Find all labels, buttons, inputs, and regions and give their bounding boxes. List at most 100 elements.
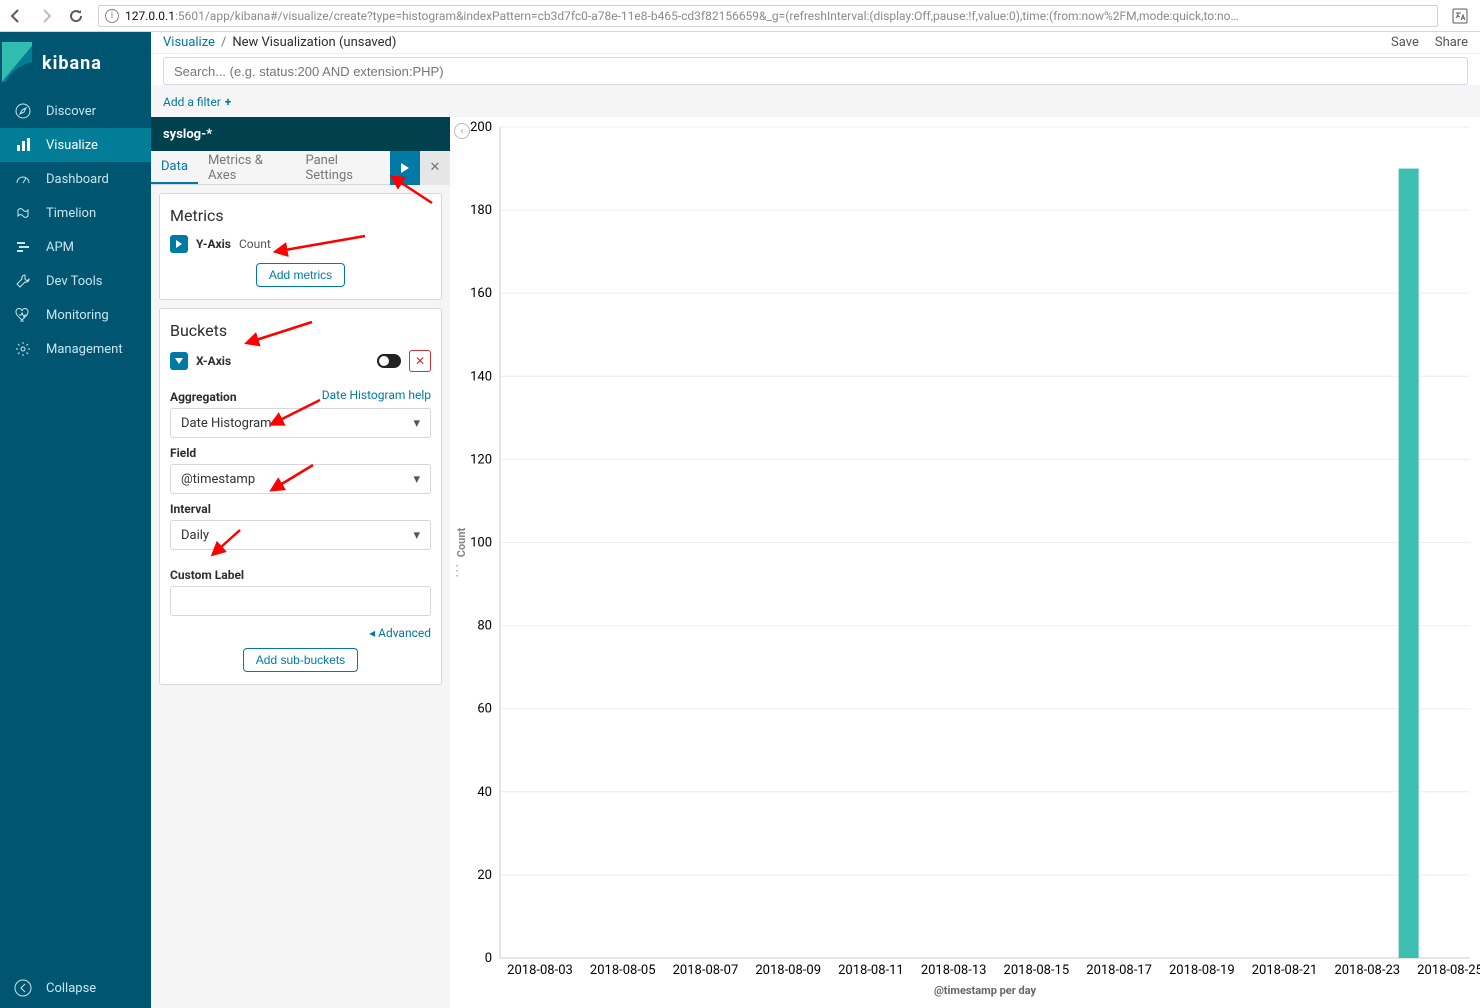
svg-text:120: 120 bbox=[470, 452, 492, 467]
share-button[interactable]: Share bbox=[1435, 35, 1468, 50]
sidebar-item-label: Visualize bbox=[46, 138, 98, 153]
bucket-xaxis: X-Axis ✕ bbox=[170, 350, 431, 372]
svg-text:2018-08-25: 2018-08-25 bbox=[1417, 963, 1480, 978]
index-pattern[interactable]: syslog-* bbox=[151, 117, 450, 151]
add-metrics-button[interactable]: Add metrics bbox=[256, 263, 345, 287]
sidebar-item-apm[interactable]: APM bbox=[0, 230, 151, 264]
add-filter-button[interactable]: Add a filter+ bbox=[163, 95, 231, 109]
svg-text:200: 200 bbox=[470, 120, 492, 135]
url-bar[interactable]: i 127.0.0.1 :5601/app/kibana#/visualize/… bbox=[98, 5, 1438, 27]
sidebar-item-dashboard[interactable]: Dashboard bbox=[0, 162, 151, 196]
remove-bucket-button[interactable]: ✕ bbox=[409, 350, 431, 372]
forward-icon[interactable] bbox=[38, 8, 54, 24]
svg-text:80: 80 bbox=[477, 619, 492, 634]
gear-icon bbox=[14, 340, 32, 358]
sidebar-item-devtools[interactable]: Dev Tools bbox=[0, 264, 151, 298]
svg-text:180: 180 bbox=[470, 203, 492, 218]
svg-text:20: 20 bbox=[477, 868, 492, 883]
breadcrumb-root[interactable]: Visualize bbox=[163, 35, 215, 50]
svg-text:160: 160 bbox=[470, 286, 492, 301]
collapse-button[interactable]: Collapse bbox=[0, 968, 151, 1008]
svg-text:2018-08-19: 2018-08-19 bbox=[1169, 963, 1235, 978]
chevron-down-icon: ▾ bbox=[413, 416, 420, 431]
advanced-link[interactable]: ◂ Advanced bbox=[369, 626, 431, 640]
chart: 020406080100120140160180200Count2018-08-… bbox=[450, 117, 1480, 1008]
svg-text:2018-08-09: 2018-08-09 bbox=[755, 963, 821, 978]
tab-data[interactable]: Data bbox=[151, 151, 198, 184]
svg-text:2018-08-23: 2018-08-23 bbox=[1334, 963, 1400, 978]
search-input[interactable] bbox=[163, 57, 1468, 85]
search-row bbox=[151, 54, 1480, 85]
svg-text:2018-08-21: 2018-08-21 bbox=[1252, 963, 1318, 978]
save-button[interactable]: Save bbox=[1391, 35, 1419, 50]
chevron-down-icon: ▾ bbox=[413, 472, 420, 487]
sidebar-item-label: APM bbox=[46, 240, 74, 255]
metric-yaxis[interactable]: Y-Axis Count bbox=[170, 235, 431, 253]
svg-text:@timestamp per day: @timestamp per day bbox=[934, 984, 1037, 997]
plus-icon: + bbox=[225, 95, 232, 109]
svg-text:40: 40 bbox=[477, 785, 492, 800]
reload-icon[interactable] bbox=[68, 8, 84, 24]
chevron-down-icon: ▾ bbox=[413, 528, 420, 543]
collapse-panel-icon[interactable]: ‹ bbox=[454, 123, 470, 139]
tab-panel-settings[interactable]: Panel Settings bbox=[295, 151, 390, 184]
logo-text: kibana bbox=[42, 53, 102, 74]
expand-icon[interactable] bbox=[170, 235, 188, 253]
sidebar-item-label: Timelion bbox=[46, 206, 96, 221]
sidebar-item-label: Dev Tools bbox=[46, 274, 102, 289]
svg-text:100: 100 bbox=[470, 536, 492, 551]
svg-text:2018-08-07: 2018-08-07 bbox=[673, 963, 739, 978]
chart-area: ‹ ⋮ 020406080100120140160180200Count2018… bbox=[450, 117, 1480, 1008]
translate-icon[interactable] bbox=[1452, 8, 1472, 24]
wrench-icon bbox=[14, 272, 32, 290]
metrics-title: Metrics bbox=[170, 206, 431, 225]
collapse-label: Collapse bbox=[46, 981, 96, 996]
svg-text:60: 60 bbox=[477, 702, 492, 717]
config-column: syslog-* Data Metrics & Axes Panel Setti… bbox=[151, 117, 450, 1008]
tab-metrics-axes[interactable]: Metrics & Axes bbox=[198, 151, 296, 184]
add-sub-buckets-button[interactable]: Add sub-buckets bbox=[243, 648, 358, 672]
svg-text:2018-08-03: 2018-08-03 bbox=[507, 963, 573, 978]
interval-select[interactable]: Daily▾ bbox=[170, 520, 431, 550]
sidebar-item-discover[interactable]: Discover bbox=[0, 94, 151, 128]
sidebar-item-monitoring[interactable]: Monitoring bbox=[0, 298, 151, 332]
field-select[interactable]: @timestamp▾ bbox=[170, 464, 431, 494]
config-tabs: Data Metrics & Axes Panel Settings ✕ bbox=[151, 151, 450, 185]
collapse-icon bbox=[14, 979, 32, 997]
apply-button[interactable] bbox=[390, 151, 420, 185]
sidebar-item-label: Dashboard bbox=[46, 172, 109, 187]
sidebar-item-timelion[interactable]: Timelion bbox=[0, 196, 151, 230]
aggregation-label: Aggregation bbox=[170, 390, 237, 404]
filter-bar: Add a filter+ bbox=[151, 85, 1480, 117]
compass-icon bbox=[14, 102, 32, 120]
apm-icon bbox=[14, 238, 32, 256]
collapse-toggle-icon[interactable] bbox=[170, 352, 188, 370]
svg-text:2018-08-13: 2018-08-13 bbox=[921, 963, 987, 978]
breadcrumb-current: New Visualization (unsaved) bbox=[232, 35, 396, 50]
svg-text:2018-08-15: 2018-08-15 bbox=[1004, 963, 1070, 978]
kibana-logo-icon bbox=[0, 32, 34, 94]
aggregation-help-link[interactable]: Date Histogram help bbox=[322, 388, 431, 402]
buckets-panel: Buckets X-Axis ✕ Aggregation Date Histog… bbox=[159, 308, 442, 685]
discard-button[interactable]: ✕ bbox=[420, 151, 450, 185]
custom-label-input[interactable] bbox=[170, 586, 431, 616]
sidebar-item-label: Discover bbox=[46, 104, 96, 119]
splitter-handle[interactable]: ⋮ bbox=[450, 563, 464, 579]
svg-text:0: 0 bbox=[485, 951, 492, 966]
interval-label: Interval bbox=[170, 502, 431, 516]
svg-text:2018-08-17: 2018-08-17 bbox=[1086, 963, 1152, 978]
sidebar-item-label: Management bbox=[46, 342, 123, 357]
back-icon[interactable] bbox=[8, 8, 24, 24]
sidebar: kibana Discover Visualize Dashboard Time… bbox=[0, 32, 151, 1008]
logo[interactable]: kibana bbox=[0, 32, 151, 94]
url-host: 127.0.0.1 bbox=[125, 9, 175, 23]
sidebar-item-visualize[interactable]: Visualize bbox=[0, 128, 151, 162]
field-label: Field bbox=[170, 446, 431, 460]
aggregation-select[interactable]: Date Histogram▾ bbox=[170, 408, 431, 438]
gauge-icon bbox=[14, 170, 32, 188]
enable-toggle[interactable] bbox=[377, 354, 401, 368]
metrics-panel: Metrics Y-Axis Count Add metrics bbox=[159, 193, 442, 300]
info-icon: i bbox=[105, 9, 119, 23]
bar-chart-icon bbox=[14, 136, 32, 154]
sidebar-item-management[interactable]: Management bbox=[0, 332, 151, 366]
